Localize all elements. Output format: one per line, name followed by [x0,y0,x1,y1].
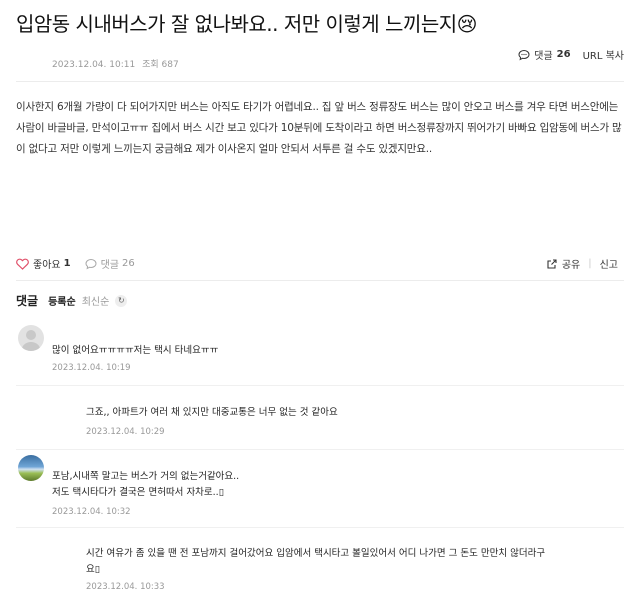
url-copy-button[interactable]: URL 복사 [583,47,624,62]
comment-text: 포남,시내쪽 말고는 버스가 거의 없는거같아요.. [52,471,240,482]
post-body: 이사한지 6개월 가량이 다 되어가지만 버스는 아직도 타기가 어렵네요.. … [16,101,622,155]
comment-count: 26 [556,49,571,60]
share-button[interactable]: 공유 [546,256,580,271]
report-button[interactable]: 신고 [600,256,618,271]
heart-icon [16,258,29,270]
post-views: 조회 687 [142,60,179,70]
reply-item: 그죠,, 아파트가 여러 채 있지만 대중교통은 너무 없는 것 같아요 202… [86,405,338,437]
share-label: 공유 [561,260,581,271]
sort-registered-button[interactable]: 등록순 [48,293,76,308]
post-title: 입암동 시내버스가 잘 없나봐요.. 저만 이렇게 느끼는지😢 [16,12,478,36]
sort-latest-button[interactable]: 최신순 [82,293,110,308]
comment-text: 시간 여유가 좀 있을 땐 전 포남까지 걸어갔어요 입암에서 택시타고 볼일있… [86,548,546,559]
like-count: 1 [63,258,71,269]
comment-text: 그죠,, 아파트가 여러 채 있지만 대중교통은 너무 없는 것 같아요 [86,407,338,418]
comment-count: 26 [121,258,135,269]
comment-date: 2023.12.04. 10:33 [86,582,165,592]
comment-divider [16,385,624,386]
comment-text: 많이 없어요ㅠㅠㅠㅠ저는 택시 타네요ㅠㅠ [52,345,219,356]
comment-toggle-button[interactable]: 댓글 26 [85,256,135,271]
comment-divider [16,527,624,528]
comment-date: 2023.12.04. 10:19 [52,363,131,373]
reply-item: 시간 여유가 좀 있을 땐 전 포남까지 걸어갔어요 입암에서 택시타고 볼일있… [86,546,606,592]
avatar[interactable] [18,455,44,481]
share-report-actions: 공유 | 신고 [546,256,618,271]
user-icon [21,330,41,351]
comment-text-line2: 요▯ [86,564,100,575]
comments-header: 댓글 등록순 최신순 ↻ [16,292,128,309]
post-actions: 좋아요 1 댓글 26 [16,256,149,271]
comment-label: 댓글 [100,260,119,271]
action-separator: | [588,258,592,269]
avatar[interactable] [18,325,44,351]
comment-count-button[interactable]: 댓글 26 [518,47,571,62]
header-divider [16,81,624,82]
share-icon [547,258,557,269]
comment-date: 2023.12.04. 10:32 [52,507,131,517]
comment-divider [16,449,624,450]
comment-text-line2: 저도 택시타다가 결국은 면허따서 자차로..▯ [52,487,224,498]
actions-divider [16,280,624,281]
comments-title: 댓글 [16,294,39,308]
refresh-icon[interactable]: ↻ [115,294,128,307]
post-date: 2023.12.04. 10:11 [52,60,136,70]
top-actions: 댓글 26 URL 복사 [518,47,624,62]
post-meta: 2023.12.04. 10:11 조회 687 [52,57,183,70]
comment-item: 많이 없어요ㅠㅠㅠㅠ저는 택시 타네요ㅠㅠ 2023.12.04. 10:19 [52,343,218,373]
comment-label: 댓글 [534,51,553,62]
comment-bubble-icon [85,258,97,269]
like-label: 좋아요 [33,260,61,271]
comment-bubble-icon [518,49,530,60]
comment-item: 포남,시내쪽 말고는 버스가 거의 없는거같아요.. 저도 택시타다가 결국은 … [52,469,239,517]
like-button[interactable]: 좋아요 1 [16,256,71,271]
comment-date: 2023.12.04. 10:29 [86,427,165,437]
